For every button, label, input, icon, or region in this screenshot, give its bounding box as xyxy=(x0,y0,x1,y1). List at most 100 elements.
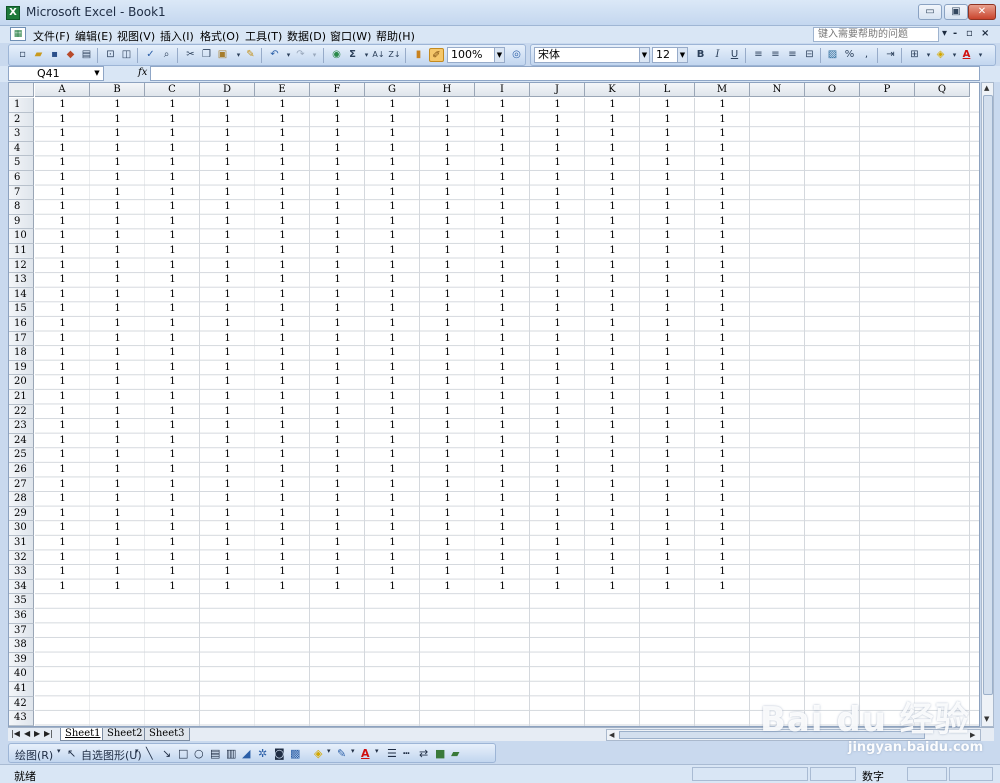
grid-cell[interactable]: 1 xyxy=(365,302,420,317)
grid-cell[interactable]: 1 xyxy=(255,215,310,230)
tab-sheet3[interactable]: Sheet3 xyxy=(144,728,190,741)
grid-cell[interactable]: 1 xyxy=(585,142,640,157)
row-header[interactable]: 7 xyxy=(9,185,34,201)
sort-descending-icon[interactable]: Z↓ xyxy=(387,48,402,62)
row-header[interactable]: 27 xyxy=(9,477,34,493)
grid-cell[interactable]: 1 xyxy=(310,273,365,288)
grid-cell[interactable]: 1 xyxy=(35,171,90,186)
chart-wizard-icon[interactable]: ▮ xyxy=(411,48,426,62)
grid-cell[interactable]: 1 xyxy=(695,200,750,215)
grid-cell[interactable]: 1 xyxy=(90,434,145,449)
grid-cell[interactable]: 1 xyxy=(255,127,310,142)
row-header[interactable]: 3 xyxy=(9,127,34,142)
diagram-icon[interactable]: ✲ xyxy=(258,747,267,760)
row-header[interactable]: 40 xyxy=(9,667,34,682)
grid-cell[interactable]: 1 xyxy=(145,551,200,566)
grid-cell[interactable]: 1 xyxy=(310,317,365,332)
research-icon[interactable]: ⌕ xyxy=(159,48,174,62)
grid-cell[interactable]: 1 xyxy=(310,113,365,128)
grid-cell[interactable]: 1 xyxy=(640,448,695,463)
grid-cell[interactable]: 1 xyxy=(255,448,310,463)
grid-cell[interactable]: 1 xyxy=(90,346,145,361)
grid-cell[interactable]: 1 xyxy=(640,478,695,493)
grid-cell[interactable]: 1 xyxy=(200,142,255,157)
new-file-icon[interactable]: ▫ xyxy=(15,48,30,62)
grid-cell[interactable]: 1 xyxy=(145,215,200,230)
menu-window[interactable]: 窗口(W) xyxy=(330,28,371,44)
grid-cell[interactable]: 1 xyxy=(90,288,145,303)
grid-cell[interactable]: 1 xyxy=(200,273,255,288)
grid-cell[interactable]: 1 xyxy=(90,405,145,420)
column-header[interactable]: B xyxy=(90,83,145,97)
grid-cell[interactable]: 1 xyxy=(420,215,475,230)
grid-cell[interactable]: 1 xyxy=(420,229,475,244)
grid-cell[interactable]: 1 xyxy=(255,98,310,113)
grid-cell[interactable]: 1 xyxy=(640,317,695,332)
grid-cell[interactable]: 1 xyxy=(255,259,310,274)
grid-cell[interactable]: 1 xyxy=(530,419,585,434)
grid-cell[interactable]: 1 xyxy=(200,98,255,113)
align-left-icon[interactable]: ≡ xyxy=(751,48,766,62)
print-preview-icon[interactable]: ⊡ xyxy=(103,48,118,62)
column-header[interactable]: O xyxy=(805,83,860,97)
grid-cell[interactable]: 1 xyxy=(35,405,90,420)
grid-cell[interactable]: 1 xyxy=(530,375,585,390)
row-header[interactable]: 5 xyxy=(9,156,34,171)
grid-cell[interactable]: 1 xyxy=(530,361,585,376)
line-color-dropdown-icon[interactable]: ▾ xyxy=(351,747,355,755)
grid-cell[interactable]: 1 xyxy=(35,521,90,536)
grid-cell[interactable]: 1 xyxy=(475,492,530,507)
grid-cell[interactable]: 1 xyxy=(200,346,255,361)
grid-cell[interactable]: 1 xyxy=(420,244,475,259)
grid-cell[interactable]: 1 xyxy=(640,171,695,186)
grid-cell[interactable]: 1 xyxy=(145,405,200,420)
grid-cell[interactable]: 1 xyxy=(255,186,310,201)
row-header[interactable]: 41 xyxy=(9,682,34,697)
grid-cell[interactable]: 1 xyxy=(35,551,90,566)
picture-icon[interactable]: ▩ xyxy=(290,747,300,760)
font-color-dropdown-icon[interactable]: ▾ xyxy=(973,48,988,62)
row-header[interactable]: 4 xyxy=(9,141,34,157)
grid-cell[interactable]: 1 xyxy=(695,244,750,259)
grid-cell[interactable]: 1 xyxy=(530,156,585,171)
grid-cell[interactable]: 1 xyxy=(475,229,530,244)
excel-app-icon[interactable]: X xyxy=(6,6,20,20)
permission-icon[interactable]: ◆ xyxy=(63,48,78,62)
row-header[interactable]: 20 xyxy=(9,375,34,390)
grid-cell[interactable]: 1 xyxy=(365,478,420,493)
grid-cell[interactable]: 1 xyxy=(585,390,640,405)
grid-cell[interactable]: 1 xyxy=(420,405,475,420)
grid-cell[interactable]: 1 xyxy=(530,478,585,493)
grid-cell[interactable]: 1 xyxy=(695,492,750,507)
row-header[interactable]: 19 xyxy=(9,360,34,376)
grid-cell[interactable]: 1 xyxy=(200,375,255,390)
grid-cell[interactable]: 1 xyxy=(585,156,640,171)
grid-cell[interactable]: 1 xyxy=(695,171,750,186)
row-header[interactable]: 24 xyxy=(9,433,34,449)
grid-cell[interactable]: 1 xyxy=(200,419,255,434)
grid-cell[interactable]: 1 xyxy=(530,215,585,230)
grid-cell[interactable]: 1 xyxy=(420,551,475,566)
row-header[interactable]: 17 xyxy=(9,331,34,347)
grid-cell[interactable]: 1 xyxy=(420,302,475,317)
grid-cell[interactable]: 1 xyxy=(695,361,750,376)
grid-cell[interactable]: 1 xyxy=(365,507,420,522)
grid-cell[interactable]: 1 xyxy=(475,463,530,478)
grid-cell[interactable]: 1 xyxy=(310,580,365,595)
grid-cell[interactable]: 1 xyxy=(310,186,365,201)
grid-cell[interactable]: 1 xyxy=(35,259,90,274)
grid-cell[interactable]: 1 xyxy=(475,259,530,274)
grid-cell[interactable]: 1 xyxy=(585,302,640,317)
grid-cell[interactable]: 1 xyxy=(35,332,90,347)
clip-art-icon[interactable]: ◙ xyxy=(274,747,285,760)
currency-icon[interactable]: ▨ xyxy=(825,48,840,62)
grid-cell[interactable]: 1 xyxy=(90,317,145,332)
grid-cell[interactable]: 1 xyxy=(475,448,530,463)
grid-cell[interactable]: 1 xyxy=(310,244,365,259)
grid-cell[interactable]: 1 xyxy=(695,273,750,288)
grid-cell[interactable]: 1 xyxy=(35,288,90,303)
grid-cell[interactable]: 1 xyxy=(365,113,420,128)
maximize-button[interactable]: ▣ xyxy=(944,4,968,20)
grid-cell[interactable]: 1 xyxy=(420,273,475,288)
grid-cell[interactable]: 1 xyxy=(530,332,585,347)
